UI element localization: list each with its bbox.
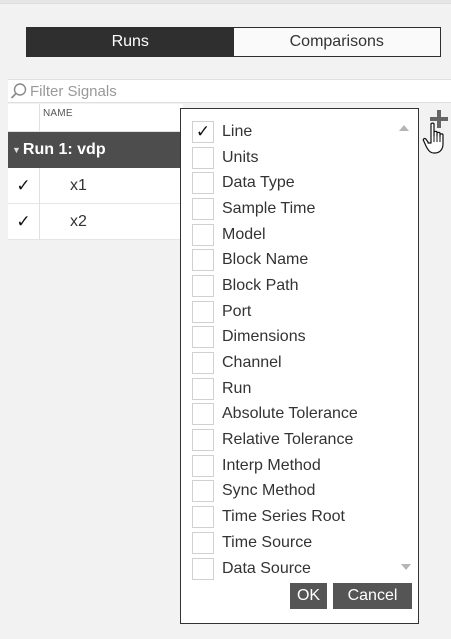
column-checkbox[interactable] bbox=[192, 429, 214, 452]
run-row[interactable]: ▼ Run 1: vdp bbox=[8, 132, 183, 168]
check-icon[interactable]: ✓ bbox=[16, 177, 32, 194]
top-toolbar-strip bbox=[0, 0, 451, 4]
scroll-up-icon[interactable] bbox=[399, 125, 409, 131]
scroll-down-icon[interactable] bbox=[401, 564, 411, 570]
column-option-dimensions[interactable]: Dimensions bbox=[192, 325, 418, 351]
checkbox-column-header bbox=[8, 104, 40, 132]
table-header: NAME bbox=[8, 104, 183, 132]
hand-cursor-icon bbox=[422, 122, 444, 154]
column-checkbox[interactable] bbox=[192, 326, 214, 349]
column-checkbox[interactable] bbox=[192, 197, 214, 220]
signal-checkbox-cell[interactable]: ✓ bbox=[8, 203, 40, 240]
column-checkbox[interactable] bbox=[192, 223, 214, 246]
column-option-model[interactable]: Model bbox=[192, 222, 418, 248]
column-option-units[interactable]: Units bbox=[192, 145, 418, 171]
column-checkbox[interactable] bbox=[192, 403, 214, 426]
run-label: Run 1: vdp bbox=[22, 141, 106, 158]
column-option-port[interactable]: Port bbox=[192, 299, 418, 325]
column-option-label: Dimensions bbox=[222, 328, 306, 346]
comparisons-tab[interactable]: Comparisons bbox=[233, 28, 440, 56]
column-checkbox[interactable]: ✓ bbox=[192, 120, 214, 143]
filter-bar bbox=[8, 79, 451, 103]
column-checkbox[interactable] bbox=[192, 377, 214, 400]
column-checkbox[interactable] bbox=[192, 531, 214, 554]
signal-row[interactable]: ✓ x2 bbox=[8, 203, 183, 240]
column-option-run[interactable]: Run bbox=[192, 376, 418, 402]
cancel-button[interactable]: Cancel bbox=[333, 583, 412, 609]
column-option-label: Block Path bbox=[222, 276, 299, 294]
column-option-label: Run bbox=[222, 379, 252, 397]
column-option-label: Relative Tolerance bbox=[222, 431, 354, 449]
popup-buttons: OK Cancel bbox=[290, 583, 412, 609]
signal-name: x2 bbox=[70, 212, 87, 230]
column-option-time-series-root[interactable]: Time Series Root bbox=[192, 504, 418, 530]
column-option-absolute-tolerance[interactable]: Absolute Tolerance bbox=[192, 402, 418, 428]
column-option-label: Sample Time bbox=[222, 199, 316, 217]
column-option-label: Sync Method bbox=[222, 482, 316, 500]
column-option-data-type[interactable]: Data Type bbox=[192, 170, 418, 196]
column-option-label: Absolute Tolerance bbox=[222, 405, 358, 423]
column-option-relative-tolerance[interactable]: Relative Tolerance bbox=[192, 427, 418, 453]
column-checkbox[interactable] bbox=[192, 300, 214, 323]
column-option-label: Data Source bbox=[222, 559, 311, 577]
name-column-header[interactable]: NAME bbox=[40, 104, 73, 119]
signal-row[interactable]: ✓ x1 bbox=[8, 167, 183, 204]
column-option-block-name[interactable]: Block Name bbox=[192, 247, 418, 273]
column-checkbox[interactable] bbox=[192, 146, 214, 169]
signals-table: NAME ▼ Run 1: vdp ✓ x1 ✓ x2 bbox=[8, 104, 183, 240]
column-checkbox[interactable] bbox=[192, 172, 214, 195]
search-icon bbox=[10, 83, 27, 99]
column-option-interp-method[interactable]: Interp Method bbox=[192, 453, 418, 479]
column-checkbox[interactable] bbox=[192, 352, 214, 375]
column-option-label: Port bbox=[222, 302, 252, 320]
column-option-label: Time Source bbox=[222, 533, 313, 551]
column-checkbox[interactable] bbox=[192, 249, 214, 272]
signal-checkbox-cell[interactable]: ✓ bbox=[8, 167, 40, 204]
column-option-label: Units bbox=[222, 148, 259, 166]
ok-button[interactable]: OK bbox=[290, 583, 327, 609]
column-checkbox[interactable] bbox=[192, 480, 214, 503]
column-option-label: Line bbox=[222, 122, 253, 140]
runs-tab[interactable]: Runs bbox=[27, 28, 234, 56]
column-option-sample-time[interactable]: Sample Time bbox=[192, 196, 418, 222]
column-checkbox[interactable] bbox=[192, 274, 214, 297]
runs-comparisons-toggle: Runs Comparisons bbox=[26, 27, 441, 57]
column-option-label: Interp Method bbox=[222, 456, 321, 474]
check-icon: ✓ bbox=[195, 121, 211, 141]
column-checkbox[interactable] bbox=[192, 454, 214, 477]
column-option-block-path[interactable]: Block Path bbox=[192, 273, 418, 299]
column-option-label: Block Name bbox=[222, 251, 309, 269]
filter-signals-input[interactable] bbox=[30, 81, 230, 101]
column-checkbox[interactable] bbox=[192, 506, 214, 529]
column-chooser-popup: ✓ Line Units Data Type Sample Time Model… bbox=[180, 108, 419, 624]
collapse-caret-icon[interactable]: ▼ bbox=[12, 145, 21, 155]
column-checkbox[interactable] bbox=[192, 557, 214, 580]
check-icon[interactable]: ✓ bbox=[16, 213, 32, 230]
column-option-data-source[interactable]: Data Source bbox=[192, 556, 418, 582]
column-option-label: Channel bbox=[222, 354, 282, 372]
column-option-sync-method[interactable]: Sync Method bbox=[192, 479, 418, 505]
column-option-channel[interactable]: Channel bbox=[192, 350, 418, 376]
column-option-line[interactable]: ✓ Line bbox=[192, 119, 418, 145]
signal-name: x1 bbox=[70, 176, 87, 194]
column-option-label: Data Type bbox=[222, 174, 295, 192]
column-option-label: Time Series Root bbox=[222, 508, 345, 526]
column-option-time-source[interactable]: Time Source bbox=[192, 530, 418, 556]
column-option-label: Model bbox=[222, 225, 266, 243]
